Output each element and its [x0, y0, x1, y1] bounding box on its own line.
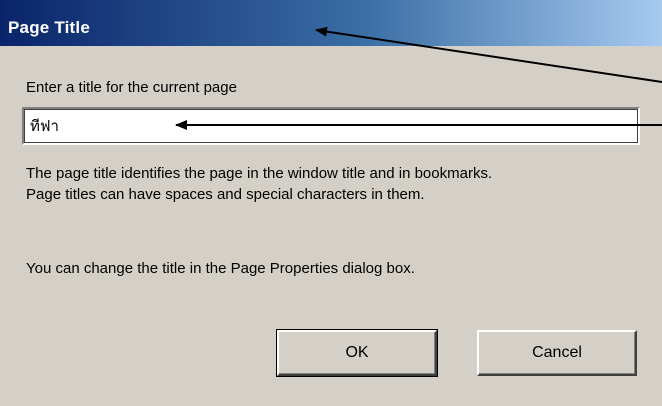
description-text: The page title identifies the page in th…: [26, 163, 646, 205]
description-line-2: Page titles can have spaces and special …: [26, 186, 425, 203]
window-title: Page Title: [8, 18, 90, 37]
title-prompt-label: Enter a title for the current page: [26, 79, 237, 96]
page-title-input[interactable]: [22, 107, 640, 145]
ok-button[interactable]: OK: [276, 329, 438, 377]
page-properties-hint: You can change the title in the Page Pro…: [26, 260, 415, 277]
cancel-button[interactable]: Cancel: [477, 330, 637, 376]
title-bar[interactable]: Page Title: [0, 0, 662, 46]
description-line-1: The page title identifies the page in th…: [26, 165, 493, 182]
page-title-dialog: Page Title Enter a title for the current…: [0, 0, 662, 406]
